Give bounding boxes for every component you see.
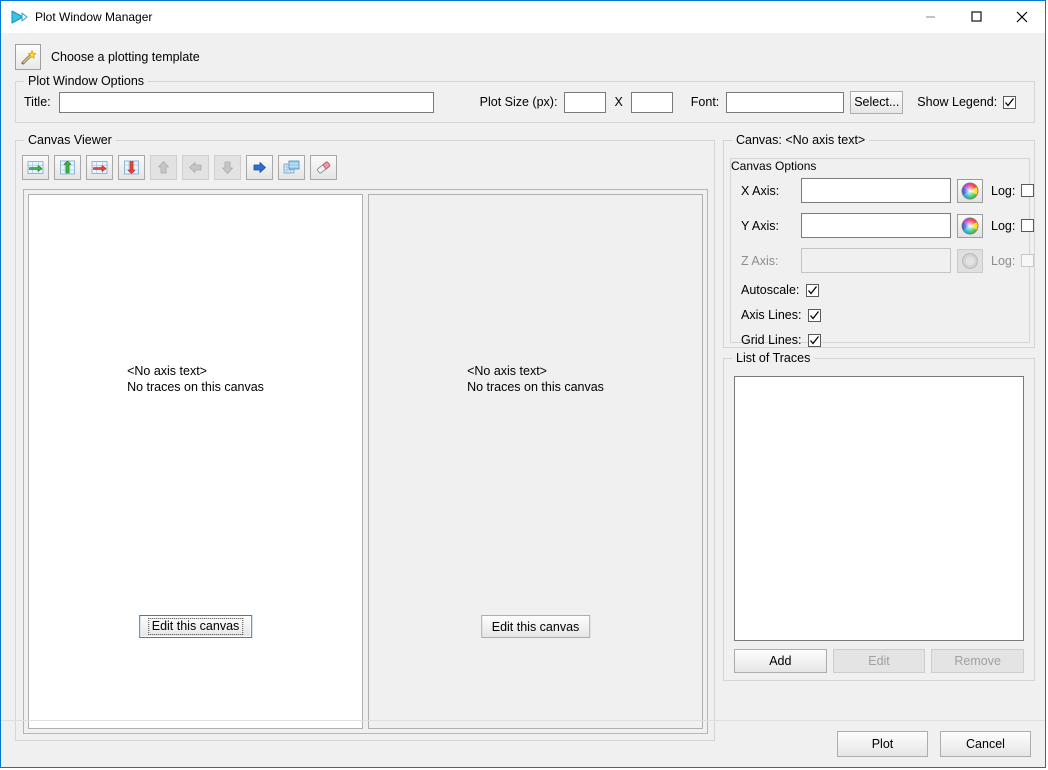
- eraser-icon[interactable]: [310, 155, 337, 180]
- z-axis-input: [801, 248, 951, 273]
- edit-canvas-1-label: Edit this canvas: [148, 618, 244, 635]
- canvas-1-empty-text: <No axis text> No traces on this canvas: [127, 363, 264, 395]
- y-axis-log-checkbox[interactable]: [1021, 219, 1034, 232]
- title-input[interactable]: [59, 92, 434, 113]
- z-axis-log-label: Log:: [991, 254, 1015, 268]
- grid-lines-row: Grid Lines:: [741, 333, 821, 347]
- minimize-icon[interactable]: [907, 1, 953, 32]
- axis-lines-checkbox[interactable]: [808, 309, 821, 322]
- cancel-button[interactable]: Cancel: [940, 731, 1031, 757]
- canvas-viewer-group: Canvas Viewer: [15, 140, 715, 741]
- insert-row-icon[interactable]: [22, 155, 49, 180]
- duplicate-canvas-icon[interactable]: [278, 155, 305, 180]
- font-input[interactable]: [726, 92, 844, 113]
- title-bar: Plot Window Manager: [1, 1, 1045, 33]
- x-axis-color-wheel-icon[interactable]: [957, 179, 983, 203]
- title-label: Title:: [24, 95, 51, 109]
- plot-button[interactable]: Plot: [837, 731, 928, 757]
- traces-list[interactable]: [734, 376, 1024, 641]
- autoscale-row: Autoscale:: [741, 283, 819, 297]
- x-axis-log-checkbox[interactable]: [1021, 184, 1034, 197]
- plot-size-label: Plot Size (px):: [480, 95, 558, 109]
- canvas-group: Canvas: <No axis text> Canvas Options X …: [723, 140, 1035, 348]
- window-controls: [907, 1, 1045, 32]
- z-axis-label: Z Axis:: [741, 254, 801, 268]
- dialog-content: Choose a plotting template Plot Window O…: [1, 33, 1045, 767]
- canvas-options-legend: Canvas Options: [731, 159, 816, 173]
- y-axis-input[interactable]: [801, 213, 951, 238]
- y-axis-row: Y Axis:: [741, 213, 1034, 238]
- axis-lines-label: Axis Lines:: [741, 308, 801, 322]
- add-trace-button[interactable]: Add: [734, 649, 827, 673]
- window-title: Plot Window Manager: [35, 10, 907, 24]
- plot-width-input[interactable]: [564, 92, 606, 113]
- select-font-button[interactable]: Select...: [850, 91, 903, 114]
- plot-window-manager-window: Plot Window Manager Choose a: [0, 0, 1046, 768]
- y-axis-color-wheel-icon[interactable]: [957, 214, 983, 238]
- show-legend-checkbox[interactable]: [1003, 96, 1016, 109]
- canvas-viewer-legend: Canvas Viewer: [24, 133, 116, 147]
- footer-buttons: Plot Cancel: [837, 731, 1031, 757]
- plot-size-separator: X: [614, 95, 622, 109]
- canvas-1-traces-text: No traces on this canvas: [127, 379, 264, 395]
- traces-buttons: Add Edit Remove: [734, 649, 1024, 673]
- move-up-icon: [150, 155, 177, 180]
- magic-wand-icon[interactable]: [15, 44, 41, 70]
- z-axis-row: Z Axis: Log:: [741, 248, 1034, 273]
- delete-row-icon[interactable]: [86, 155, 113, 180]
- choose-template-label: Choose a plotting template: [51, 50, 200, 64]
- axis-lines-row: Axis Lines:: [741, 308, 821, 322]
- canvas-toolbar: [22, 155, 337, 180]
- delete-column-icon[interactable]: [118, 155, 145, 180]
- list-of-traces-legend: List of Traces: [732, 351, 814, 365]
- canvas-cell-2[interactable]: <No axis text> No traces on this canvas …: [368, 194, 703, 729]
- z-axis-color-wheel-icon: [957, 249, 983, 273]
- canvas-2-empty-text: <No axis text> No traces on this canvas: [467, 363, 604, 395]
- x-axis-label: X Axis:: [741, 184, 801, 198]
- list-of-traces-group: List of Traces Add Edit Remove: [723, 358, 1035, 681]
- grid-lines-label: Grid Lines:: [741, 333, 801, 347]
- remove-trace-button: Remove: [931, 649, 1024, 673]
- move-left-icon: [182, 155, 209, 180]
- edit-canvas-2-button[interactable]: Edit this canvas: [481, 615, 591, 638]
- font-label: Font:: [691, 95, 720, 109]
- x-axis-row: X Axis:: [741, 178, 1034, 203]
- close-icon[interactable]: [999, 1, 1045, 32]
- x-axis-input[interactable]: [801, 178, 951, 203]
- autoscale-label: Autoscale:: [741, 283, 799, 297]
- canvas-2-traces-text: No traces on this canvas: [467, 379, 604, 395]
- insert-column-icon[interactable]: [54, 155, 81, 180]
- canvas-2-axis-text: <No axis text>: [467, 363, 604, 379]
- canvas-group-legend: Canvas: <No axis text>: [732, 133, 869, 147]
- move-down-icon: [214, 155, 241, 180]
- plot-window-options-group: Plot Window Options Title: Plot Size (px…: [15, 81, 1035, 123]
- move-right-icon[interactable]: [246, 155, 273, 180]
- show-legend-label: Show Legend:: [917, 95, 997, 109]
- footer-separator: [1, 720, 1045, 721]
- canvas-cell-1[interactable]: <No axis text> No traces on this canvas …: [28, 194, 363, 729]
- y-axis-label: Y Axis:: [741, 219, 801, 233]
- edit-canvas-1-button[interactable]: Edit this canvas: [139, 615, 253, 638]
- maximize-icon[interactable]: [953, 1, 999, 32]
- x-axis-log-label: Log:: [991, 184, 1015, 198]
- canvas-options-group: Canvas Options X Axis:: [730, 158, 1030, 343]
- y-axis-log-label: Log:: [991, 219, 1015, 233]
- grid-lines-checkbox[interactable]: [808, 334, 821, 347]
- edit-trace-button: Edit: [833, 649, 926, 673]
- canvas-1-axis-text: <No axis text>: [127, 363, 264, 379]
- z-axis-log-checkbox: [1021, 254, 1034, 267]
- choose-template-row[interactable]: Choose a plotting template: [15, 44, 200, 70]
- plot-height-input[interactable]: [631, 92, 673, 113]
- plot-arrow-icon: [8, 6, 30, 28]
- autoscale-checkbox[interactable]: [806, 284, 819, 297]
- canvas-stage: <No axis text> No traces on this canvas …: [23, 189, 708, 734]
